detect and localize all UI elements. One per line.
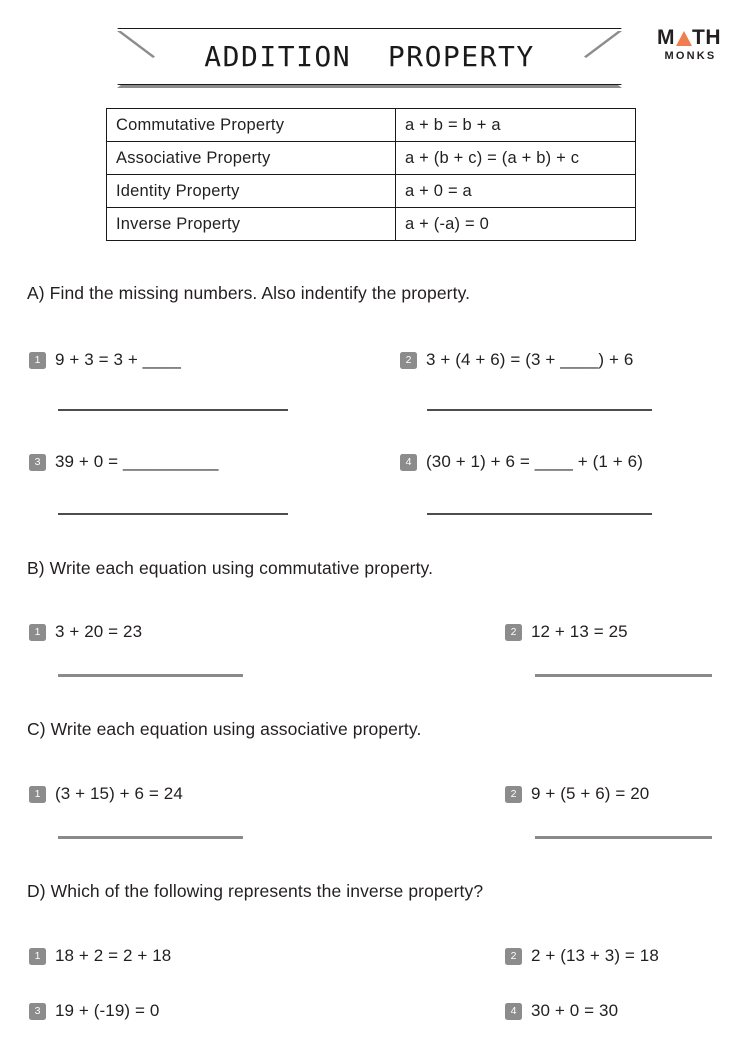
logo-wordmark: M TH: [648, 27, 730, 48]
question-number-badge: 4: [505, 1002, 522, 1020]
table-row: Inverse Property a + (-a) = 0: [106, 207, 636, 241]
question-text: 9 + (5 + 6) = 20: [531, 784, 650, 803]
logo-text-th: TH: [692, 26, 721, 49]
question-text: 9 + 3 = 3 + ____: [55, 350, 181, 369]
title-banner: ADDITION PROPERTY: [117, 28, 622, 85]
answer-line-b1[interactable]: [58, 674, 243, 677]
property-table-body: Commutative Property a + b = b + a Assoc…: [106, 108, 636, 241]
question-text: 2 + (13 + 3) = 18: [531, 946, 659, 965]
question-text: 3 + (4 + 6) = (3 + ____) + 6: [426, 350, 634, 369]
question-number-badge: 2: [505, 947, 522, 965]
section-d-option-1[interactable]: 1 18 + 2 = 2 + 18: [29, 946, 171, 966]
triangle-icon: [675, 31, 692, 46]
answer-line-a3[interactable]: [58, 513, 288, 515]
logo-subtitle: MONKS: [664, 50, 717, 62]
question-number-badge: 1: [29, 785, 46, 803]
property-formula: a + b = b + a: [395, 108, 636, 142]
question-text: (30 + 1) + 6 = ____ + (1 + 6): [426, 452, 643, 471]
answer-line-a2[interactable]: [427, 409, 652, 411]
question-text: 18 + 2 = 2 + 18: [55, 946, 172, 965]
section-d-option-2[interactable]: 2 2 + (13 + 3) = 18: [505, 946, 659, 966]
section-d-heading: D) Which of the following represents the…: [27, 881, 484, 901]
property-name: Associative Property: [106, 141, 396, 175]
section-a-question-2: 2 3 + (4 + 6) = (3 + ____) + 6: [400, 350, 633, 370]
property-name: Identity Property: [106, 174, 396, 208]
section-a-question-4: 4 (30 + 1) + 6 = ____ + (1 + 6): [400, 452, 643, 472]
section-b-question-1: 1 3 + 20 = 23: [29, 622, 142, 642]
answer-line-a1[interactable]: [58, 409, 288, 411]
answer-line-b2[interactable]: [535, 674, 712, 677]
section-b-question-2: 2 12 + 13 = 25: [505, 622, 628, 642]
section-a-question-3: 3 39 + 0 = __________: [29, 452, 219, 472]
question-number-badge: 2: [505, 623, 522, 641]
question-number-badge: 4: [400, 453, 417, 471]
property-formula: a + (b + c) = (a + b) + c: [395, 141, 636, 175]
question-number-badge: 1: [29, 947, 46, 965]
question-text: 3 + 20 = 23: [55, 622, 143, 641]
section-c-heading: C) Write each equation using associative…: [27, 719, 422, 739]
banner-ribbon: ADDITION PROPERTY: [117, 28, 622, 85]
question-number-badge: 3: [29, 1002, 46, 1020]
question-number-badge: 3: [29, 453, 46, 471]
property-table: Commutative Property a + b = b + a Assoc…: [106, 108, 636, 241]
question-text: 19 + (-19) = 0: [55, 1001, 160, 1020]
question-number-badge: 1: [29, 351, 46, 369]
property-formula: a + (-a) = 0: [395, 207, 636, 241]
table-row: Identity Property a + 0 = a: [106, 174, 636, 208]
question-number-badge: 2: [400, 351, 417, 369]
section-d-option-4[interactable]: 4 30 + 0 = 30: [505, 1001, 618, 1021]
section-b-heading: B) Write each equation using commutative…: [27, 558, 434, 578]
property-table-container: Commutative Property a + b = b + a Assoc…: [106, 108, 636, 241]
question-text: 39 + 0 = __________: [55, 452, 219, 471]
question-text: (3 + 15) + 6 = 24: [55, 784, 183, 803]
math-monks-logo: M TH MONKS: [648, 27, 730, 62]
page-title: ADDITION PROPERTY: [204, 40, 535, 73]
property-formula: a + 0 = a: [395, 174, 636, 208]
answer-line-a4[interactable]: [427, 513, 652, 515]
property-name: Inverse Property: [106, 207, 396, 241]
section-d-option-3[interactable]: 3 19 + (-19) = 0: [29, 1001, 159, 1021]
table-row: Commutative Property a + b = b + a: [106, 108, 636, 142]
question-number-badge: 2: [505, 785, 522, 803]
section-a-heading: A) Find the missing numbers. Also indent…: [27, 283, 471, 303]
question-number-badge: 1: [29, 623, 46, 641]
question-text: 30 + 0 = 30: [531, 1001, 619, 1020]
section-c-question-1: 1 (3 + 15) + 6 = 24: [29, 784, 183, 804]
question-text: 12 + 13 = 25: [531, 622, 628, 641]
table-row: Associative Property a + (b + c) = (a + …: [106, 141, 636, 175]
answer-line-c1[interactable]: [58, 836, 243, 839]
page-header: ADDITION PROPERTY M TH MONKS: [0, 0, 742, 92]
answer-line-c2[interactable]: [535, 836, 712, 839]
property-name: Commutative Property: [106, 108, 396, 142]
logo-text-m: M: [657, 26, 675, 49]
section-a-question-1: 1 9 + 3 = 3 + ____: [29, 350, 181, 370]
section-c-question-2: 2 9 + (5 + 6) = 20: [505, 784, 649, 804]
